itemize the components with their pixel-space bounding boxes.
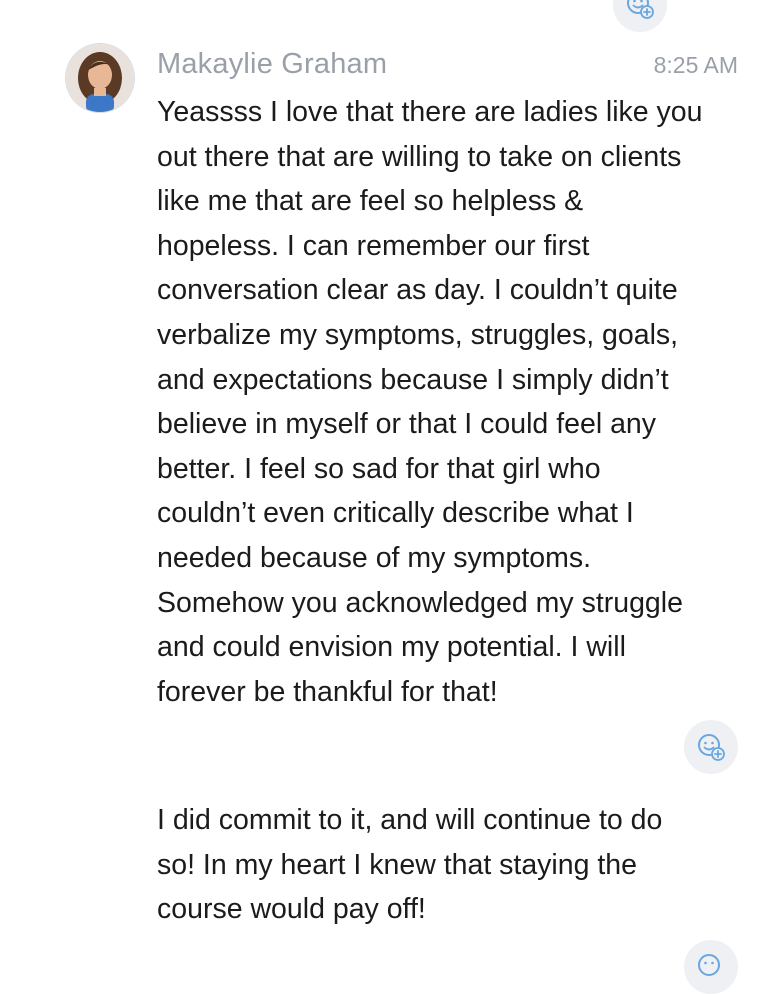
avatar[interactable] <box>66 44 134 112</box>
message-text: Yeassss I love that there are ladies lik… <box>157 96 703 708</box>
add-reaction-button[interactable] <box>613 0 667 32</box>
add-reaction-icon <box>696 732 726 762</box>
add-reaction-button[interactable] <box>684 720 738 774</box>
add-reaction-button[interactable] <box>684 940 738 994</box>
profile-photo-icon <box>66 44 134 112</box>
add-reaction-icon <box>625 0 655 20</box>
message-text: I did commit to it, and will continue to… <box>157 804 663 926</box>
message-timestamp: 8:25 AM <box>653 52 738 78</box>
sender-name[interactable]: Makaylie Graham <box>157 48 387 81</box>
